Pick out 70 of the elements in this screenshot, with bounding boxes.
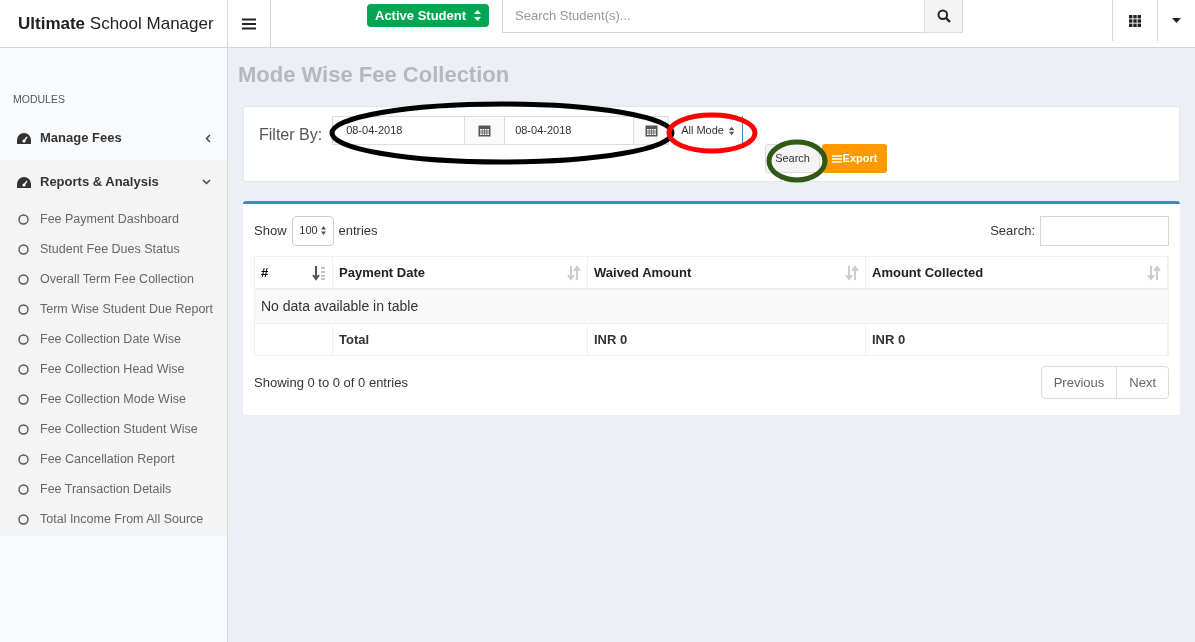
sidebar-menu-item[interactable]: Manage Fees [0,116,227,160]
circle-icon [18,393,29,405]
submenu-item[interactable]: Fee Payment Dashboard [0,204,227,234]
submenu-item[interactable]: Total Income From All Source [0,504,227,534]
sidebar-menu-item[interactable]: Reports & Analysis [0,160,227,204]
pagination-button[interactable]: Next [1116,367,1168,398]
brand-name: Ultimate School Manager [18,12,214,35]
show-label: Show [254,221,287,240]
footer-cell-text: INR 0 [594,330,628,349]
menu-icon [242,17,256,30]
grid-icon [1129,14,1141,27]
search-icon [936,9,951,23]
submenu-item[interactable]: Fee Collection Head Wise [0,354,227,384]
calendar-icon [644,124,658,137]
circle-icon [18,363,29,375]
dashboard-icon [16,175,32,189]
search-label: Search: [990,221,1035,240]
filter-label: Filter By: [259,125,323,145]
table-search-field[interactable] [1040,215,1169,246]
circle-icon [18,513,29,525]
submenu-item[interactable]: Fee Collection Student Wise [0,414,227,444]
table-info: Showing 0 to 0 of 0 entries [254,373,408,392]
entries-label: entries [338,221,378,240]
submenu-item[interactable]: Fee Cancellation Report [0,444,227,474]
date-field[interactable]: 08-04-2018 [505,116,634,145]
date-field[interactable]: 08-04-2018 [332,116,466,145]
dashboard-icon [16,131,32,145]
updown-icon [474,10,481,21]
column-header[interactable]: Amount Collected [866,257,1168,288]
chevron-left-icon [205,133,211,143]
empty-message: No data available in table [255,290,1168,324]
submenu-item[interactable]: Term Wise Student Due Report [0,294,227,324]
menu-label: Manage Fees [40,129,123,148]
page-title: Mode Wise Fee Collection [238,61,511,89]
sort-ascending-icon[interactable] [312,264,326,281]
page-size-select[interactable]: 100 [291,215,334,246]
search-button[interactable] [924,0,963,33]
submenu-item[interactable]: Student Fee Dues Status [0,234,227,264]
list-icon [831,154,842,163]
circle-icon [18,483,29,495]
footer-cell-text: Total [339,330,370,349]
sort-icon[interactable] [567,264,581,281]
calendar-icon [478,124,492,137]
mode-select[interactable]: All Mode [673,116,744,145]
circle-icon [18,213,29,225]
pagination-button[interactable]: Previous [1041,367,1117,398]
circle-icon [18,243,29,255]
circle-icon [18,423,29,435]
circle-icon [18,333,29,345]
chevron-down-icon [202,179,211,185]
sort-icon[interactable] [1147,264,1161,281]
submenu-item[interactable]: Fee Collection Date Wise [0,324,227,354]
column-header[interactable]: Payment Date [333,257,588,288]
circle-icon [18,303,29,315]
column-header[interactable]: # [255,257,333,288]
section-label: MODULES [12,92,66,107]
student-status-select[interactable]: Active Student [367,4,489,27]
submenu-item[interactable]: Overall Term Fee Collection [0,264,227,294]
caret-icon [1172,18,1181,23]
column-header[interactable]: Waived Amount [588,257,866,288]
submenu-item[interactable]: Fee Transaction Details [0,474,227,504]
menu-label: Reports & Analysis [40,173,160,192]
updown-icon [320,226,326,235]
circle-icon [18,453,29,465]
updown-icon [728,125,735,136]
footer-cell-text: INR 0 [872,330,906,349]
student-search-field[interactable]: Search Student(s)... [502,0,924,33]
circle-icon [18,273,29,285]
sort-icon[interactable] [845,264,859,281]
submenu-item[interactable]: Fee Collection Mode Wise [0,384,227,414]
